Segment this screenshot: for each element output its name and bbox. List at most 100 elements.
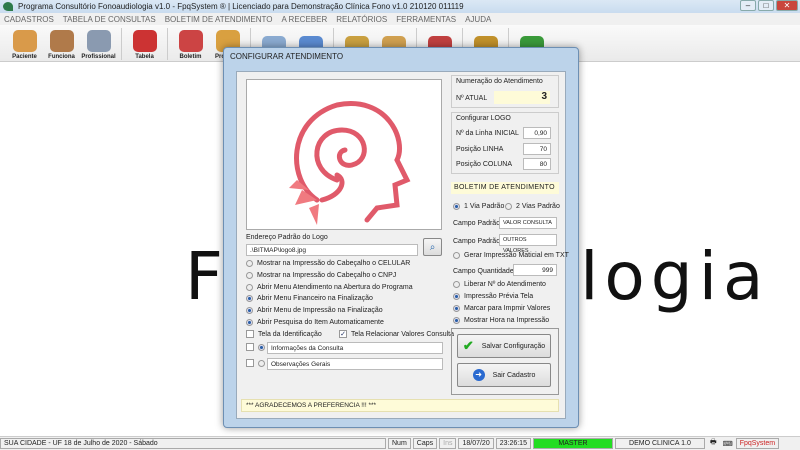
option-radio[interactable]	[453, 317, 460, 324]
option-row[interactable]: Abrir Pesquisa do Item Automaticamente	[246, 319, 384, 326]
toolbar-separator	[121, 28, 122, 60]
salvar-configuracao-button[interactable]: ✔ Salvar Configuração	[457, 334, 551, 358]
gerar-txt-label: Gerar Impressão Maticial em TXT	[464, 252, 569, 259]
info-consulta-field[interactable]: Informações da Consulta	[267, 342, 443, 354]
menu-item[interactable]: A RECEBER	[281, 15, 327, 24]
observacoes-field[interactable]: Observações Gerais	[267, 358, 443, 370]
boletim-option-row[interactable]: Impressão Prévia Tela	[453, 293, 533, 300]
toolbar-button[interactable]: Tabela	[126, 25, 163, 62]
option-row[interactable]: Mostrar na Impressão do Cabeçalho o CNPJ	[246, 271, 397, 279]
browse-logo-button[interactable]: ⌕	[423, 238, 442, 256]
option-row[interactable]: Mostrar na Impressão do Cabeçalho o CELU…	[246, 260, 410, 267]
tela-identificacao-label: Tela da Identificação	[258, 330, 322, 338]
option-label: Abrir Pesquisa do Item Automaticamente	[257, 319, 384, 326]
menu-bar: CADASTROS TABELA DE CONSULTAS BOLETIM DE A…	[0, 13, 800, 25]
campo-padrao-1-input[interactable]: VALOR CONSULTA	[499, 217, 557, 229]
gerar-txt-radio[interactable]	[453, 252, 460, 259]
tela-relacionar-checkbox[interactable]: ✓	[339, 330, 347, 338]
sair-cadastro-button[interactable]: ➜ Sair Cadastro	[457, 363, 551, 387]
checkmark-icon: ✔	[462, 338, 474, 353]
campo-padrao-2-input[interactable]: OUTROS VALORES	[499, 234, 557, 254]
via2-radio[interactable]	[505, 203, 512, 210]
menu-item[interactable]: BOLETIM DE ATENDIMENTO	[165, 15, 273, 24]
toolbar-icon	[12, 30, 37, 52]
numero-atual-label: Nº ATUAL	[456, 95, 488, 102]
printer-icon[interactable]: 🖶	[710, 438, 717, 449]
linha-inicial-label: Nº da Linha INICIAL	[456, 130, 519, 137]
posicao-coluna-input[interactable]: 80	[523, 158, 551, 170]
option-label: Marcar para Impmir Valores	[464, 305, 551, 312]
configurar-atendimento-dialog: CONFIGURAR ATENDIMENTO Endereço Padrão d…	[223, 47, 579, 428]
logo-address-input[interactable]: .\BITMAP\logo8.jpg	[246, 244, 418, 256]
observacoes-checkbox[interactable]	[246, 359, 254, 367]
observacoes-radio[interactable]	[258, 359, 265, 367]
option-label: Mostrar Hora na Impressão	[464, 317, 550, 324]
toolbar-label: Profissional	[81, 54, 116, 60]
close-button[interactable]: ✕	[776, 0, 798, 11]
option-label: Abrir Menu Financeiro na Finalização	[257, 295, 373, 303]
status-num: Num	[388, 438, 411, 449]
status-date: 18/07/20	[458, 438, 494, 449]
campo-padrao-1-label: Campo Padrão	[453, 220, 501, 227]
keyboard-icon[interactable]: ⌨	[723, 440, 733, 448]
option-radio[interactable]	[246, 260, 253, 267]
menu-item[interactable]: TABELA DE CONSULTAS	[63, 15, 156, 24]
info-consulta-checkbox[interactable]	[246, 343, 254, 351]
option-row[interactable]: Abrir Menu Atendimento na Abertura do Pr…	[246, 283, 413, 291]
save-label: Salvar Configuração	[481, 342, 546, 350]
option-row[interactable]: Abrir Menu de Impressão na Finalização	[246, 307, 383, 315]
option-radio[interactable]	[453, 281, 460, 288]
toolbar-button[interactable]: Profissional	[80, 25, 117, 62]
boletim-option-row[interactable]: Liberar Nº do Atendimento	[453, 281, 546, 288]
option-radio[interactable]	[453, 293, 460, 300]
linha-inicial-input[interactable]: 0,90	[523, 127, 551, 139]
window-title: Programa Consultório Fonoaudiologia v1.0…	[18, 2, 464, 11]
numeracao-title: Numeração do Atendimento	[456, 78, 543, 85]
status-bar: SUA CIDADE - UF 18 de Julho de 2020 - Sá…	[0, 436, 800, 450]
maximize-button[interactable]: □	[758, 0, 774, 11]
status-caps: Caps	[412, 438, 438, 449]
status-company: DEMO CLINICA 1.0	[614, 438, 705, 449]
numero-atual-value: 3	[494, 91, 550, 104]
magnifier-icon: ⌕	[429, 241, 436, 253]
window-titlebar: Programa Consultório Fonoaudiologia v1.0…	[0, 0, 800, 13]
option-radio[interactable]	[246, 307, 253, 315]
campo-padrao-2-label: Campo Padrão	[453, 238, 501, 245]
exit-label: Sair Cadastro	[492, 371, 536, 379]
option-label: Mostrar na Impressão do Cabeçalho o CNPJ	[257, 271, 397, 279]
option-radio[interactable]	[246, 271, 253, 279]
boletim-option-row[interactable]: Marcar para Impmir Valores	[453, 305, 550, 312]
via2-label: 2 Vias Padrão	[516, 203, 560, 210]
toolbar-icon	[132, 30, 157, 52]
option-radio[interactable]	[246, 319, 253, 326]
tela-identificacao-checkbox[interactable]	[246, 330, 254, 338]
toolbar-icon	[178, 30, 203, 52]
posicao-linha-input[interactable]: 70	[523, 143, 551, 155]
minimize-button[interactable]: –	[740, 0, 756, 11]
menu-item[interactable]: CADASTROS	[4, 15, 54, 24]
info-consulta-radio[interactable]	[258, 343, 265, 351]
option-radio[interactable]	[246, 283, 253, 291]
toolbar-icon	[49, 30, 74, 52]
via1-label: 1 Via Padrão	[464, 203, 505, 210]
menu-item[interactable]: AJUDA	[465, 15, 491, 24]
logo-preview	[246, 79, 442, 230]
menu-item[interactable]: RELATÓRIOS	[336, 15, 387, 24]
toolbar-button[interactable]: Boletim	[172, 25, 209, 62]
toolbar-label: Paciente	[12, 54, 37, 60]
arrow-right-circle-icon: ➜	[472, 369, 485, 381]
option-radio[interactable]	[246, 295, 253, 303]
status-time: 23:26:15	[495, 438, 531, 449]
toolbar-button[interactable]: Funciona	[43, 25, 80, 62]
toolbar-button[interactable]: Paciente	[6, 25, 43, 62]
toolbar-label: Funciona	[48, 54, 75, 60]
status-city-date: SUA CIDADE - UF 18 de Julho de 2020 - Sá…	[0, 438, 386, 449]
option-radio[interactable]	[453, 305, 460, 312]
option-row[interactable]: Abrir Menu Financeiro na Finalização	[246, 295, 373, 303]
boletim-option-row[interactable]: Mostrar Hora na Impressão	[453, 317, 549, 324]
option-label: Liberar Nº do Atendimento	[464, 281, 546, 288]
via1-radio[interactable]	[453, 203, 460, 210]
campo-quantidade-label: Campo Quantidade	[453, 268, 514, 275]
campo-quantidade-input[interactable]: 999	[513, 264, 557, 276]
menu-item[interactable]: FERRAMENTAS	[396, 15, 456, 24]
